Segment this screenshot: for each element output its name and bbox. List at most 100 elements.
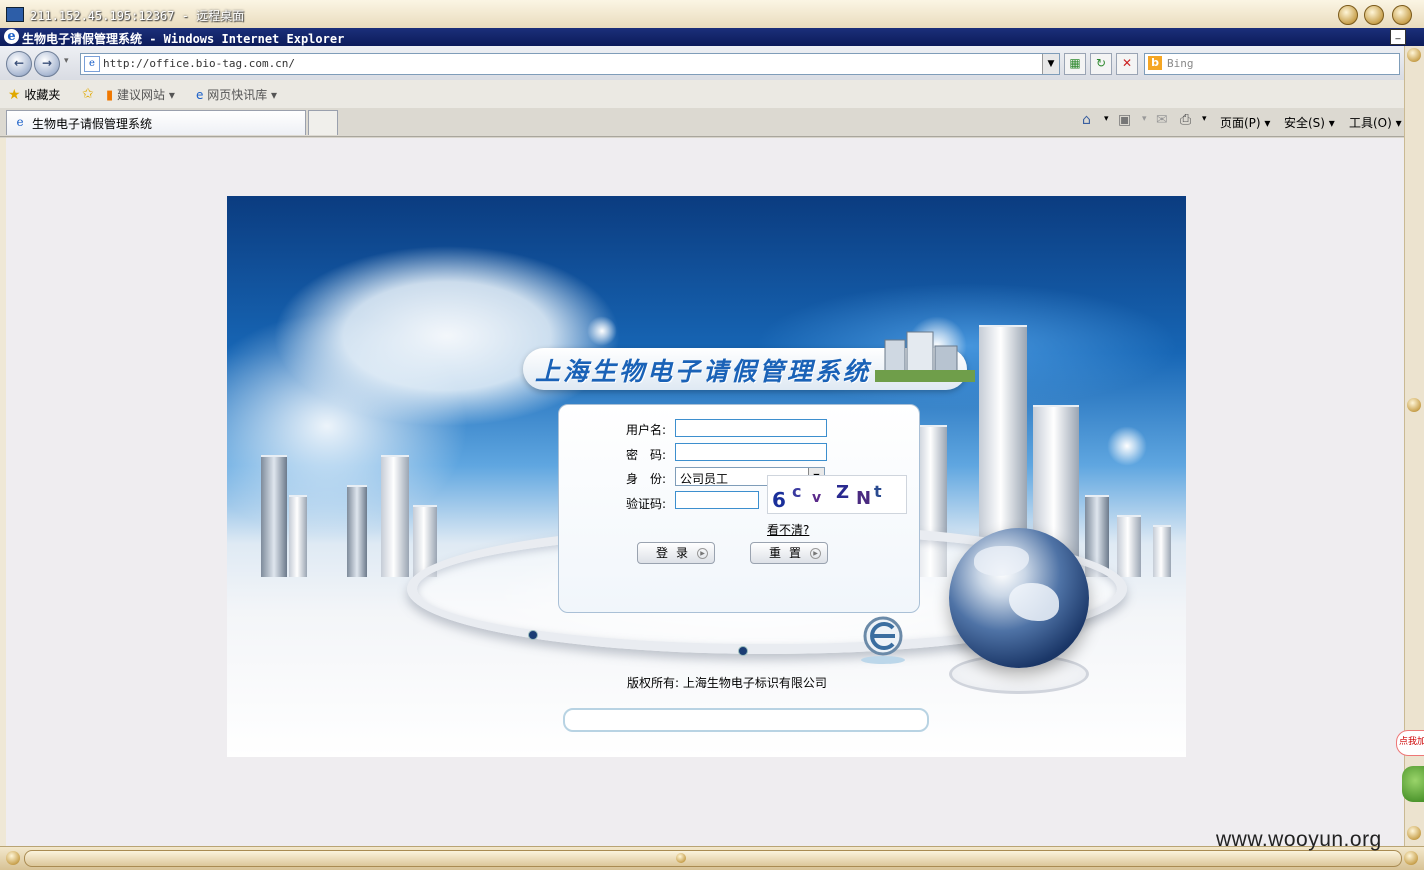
minimize-button[interactable] [1338,5,1358,25]
page-icon: e [84,56,100,72]
captcha-image[interactable]: 6 c v Z N t [767,475,907,514]
history-dropdown-icon[interactable]: ▾ [64,56,69,66]
username-label: 用户名: [626,423,667,437]
print-icon[interactable]: ⎙ [1180,112,1191,128]
horizontal-scrollbar[interactable] [0,846,1424,870]
tab-page-icon: e [16,115,24,129]
tools-menu-label: 工具(O) [1349,116,1392,130]
watermark-text: www.wooyun.org [1216,828,1382,851]
page-content: 上海生物电子请假管理系统 用户名: 密 码: 身 份: 公司员工 ▼ 验证码: … [6,138,1404,846]
bing-icon: b [1148,56,1162,70]
safety-menu-label: 安全(S) [1284,116,1325,130]
building [381,455,409,577]
captcha-refresh-link[interactable]: 看不清? [767,521,809,538]
side-widget-icon[interactable] [1402,766,1424,802]
captcha-input[interactable] [675,491,759,509]
captcha-char: 6 [772,488,786,512]
captcha-char: v [812,490,822,506]
remote-desktop-titlebar: 211.152.45.195:12367 - 远程桌面 [0,0,1424,29]
ie-logo-icon: e [4,29,19,44]
address-dropdown-icon[interactable]: ▼ [1042,54,1059,74]
forward-button[interactable]: → [34,51,60,77]
feeds-dropdown-icon[interactable]: ▾ [1142,114,1147,124]
arrow-right-icon: ▶ [810,548,821,559]
building [1117,515,1141,577]
horizontal-scroll-thumb[interactable] [676,853,686,863]
reset-button-label: 重置 [768,546,809,560]
ring-dot [738,646,748,656]
vertical-scrollbar[interactable] [1404,46,1424,846]
web-slice-icon: e [196,88,204,102]
address-url: http://office.bio-tag.com.cn/ [103,57,296,70]
arrow-right-icon: ▶ [697,548,708,559]
sparkle-icon [587,316,617,346]
page-menu-label: 页面(P) [1220,116,1261,130]
stop-icon[interactable]: ✕ [1116,53,1138,75]
reset-button[interactable]: 重置 ▶ [750,542,828,564]
scroll-left-icon[interactable] [6,851,20,865]
web-slice-gallery-link[interactable]: e 网页快讯库 ▾ [196,86,277,103]
login-banner: 上海生物电子请假管理系统 用户名: 密 码: 身 份: 公司员工 ▼ 验证码: … [227,196,1186,757]
building [261,455,287,577]
suggested-sites-label: 建议网站 [116,88,165,102]
e-logo-icon [861,616,905,664]
compatibility-view-icon[interactable]: ▦ [1064,53,1086,75]
home-icon[interactable]: ⌂ [1082,112,1091,128]
footer-box [563,708,929,732]
navigation-bar: ← → ▾ e http://office.bio-tag.com.cn/ ▼ … [0,46,1404,80]
scroll-right-icon[interactable] [1404,851,1418,865]
password-label: 密 码: [626,448,667,462]
scroll-down-icon[interactable] [1407,826,1421,840]
system-title: 上海生物电子请假管理系统 [535,357,872,386]
search-box[interactable]: b Bing [1144,53,1400,75]
mail-icon[interactable]: ✉ [1156,112,1168,128]
copyright-text: 版权所有: 上海生物电子标识有限公司 [627,676,827,690]
tools-menu[interactable]: 工具(O) ▾ [1349,114,1402,131]
suggested-sites-link[interactable]: ▮ 建议网站 ▾ [106,86,175,103]
scroll-thumb[interactable] [1407,398,1421,412]
window-title: 生物电子请假管理系统 - Windows Internet Explorer [22,32,345,46]
ie-titlebar: e 生物电子请假管理系统 - Windows Internet Explorer… [0,28,1424,46]
maximize-button[interactable] [1364,5,1384,25]
new-tab-button[interactable] [308,110,338,135]
feeds-icon[interactable]: ▣ [1118,112,1131,128]
page-menu[interactable]: 页面(P) ▾ [1220,114,1270,131]
print-dropdown-icon[interactable]: ▾ [1202,114,1207,124]
ring-dot [528,630,538,640]
add-favorites-icon[interactable]: ✩ [82,86,94,102]
web-slice-label: 网页快讯库 [207,88,268,102]
remote-desktop-title: 211.152.45.195:12367 - 远程桌面 [30,9,245,23]
tab-title: 生物电子请假管理系统 [32,117,153,131]
home-dropdown-icon[interactable]: ▾ [1104,114,1109,124]
suggested-sites-icon: ▮ [106,88,114,103]
building [1153,525,1171,577]
safety-menu[interactable]: 安全(S) ▾ [1284,114,1335,131]
login-button-label: 登录 [655,546,696,560]
close-button[interactable] [1392,5,1412,25]
building [289,495,307,577]
sparkle-icon [1107,426,1147,466]
address-bar[interactable]: e http://office.bio-tag.com.cn/ ▼ [80,53,1060,75]
back-button[interactable]: ← [6,51,32,77]
ie-minimize-button[interactable]: _ [1390,29,1406,45]
captcha-char: N [856,488,872,509]
password-input[interactable] [675,443,827,461]
role-label: 身 份: [626,472,667,486]
login-panel: 用户名: 密 码: 身 份: 公司员工 ▼ 验证码: 6 c v Z N t 看… [558,404,920,613]
horizontal-scroll-track[interactable] [24,850,1402,867]
browser-chrome: ← → ▾ e http://office.bio-tag.com.cn/ ▼ … [0,46,1424,138]
captcha-label: 验证码: [626,497,667,511]
captcha-char: t [874,482,882,501]
refresh-icon[interactable]: ↻ [1090,53,1112,75]
favorites-label: 收藏夹 [24,88,61,102]
captcha-char: c [792,482,802,501]
scroll-up-icon[interactable] [1407,48,1421,62]
login-button[interactable]: 登录 ▶ [637,542,715,564]
role-select-value: 公司员工 [680,472,729,486]
tab-leave-system[interactable]: e 生物电子请假管理系统 [6,110,306,135]
tab-bar: e 生物电子请假管理系统 ⌂ ▾ ▣ ▾ ✉ ⎙ ▾ 页面(P) ▾ 安全(S) ▾ … [0,108,1404,137]
username-input[interactable] [675,419,827,437]
side-badge[interactable]: 点我加 [1396,730,1424,756]
title-buildings-icon [875,331,975,382]
favorites-button[interactable]: ★ 收藏夹 [8,86,60,103]
